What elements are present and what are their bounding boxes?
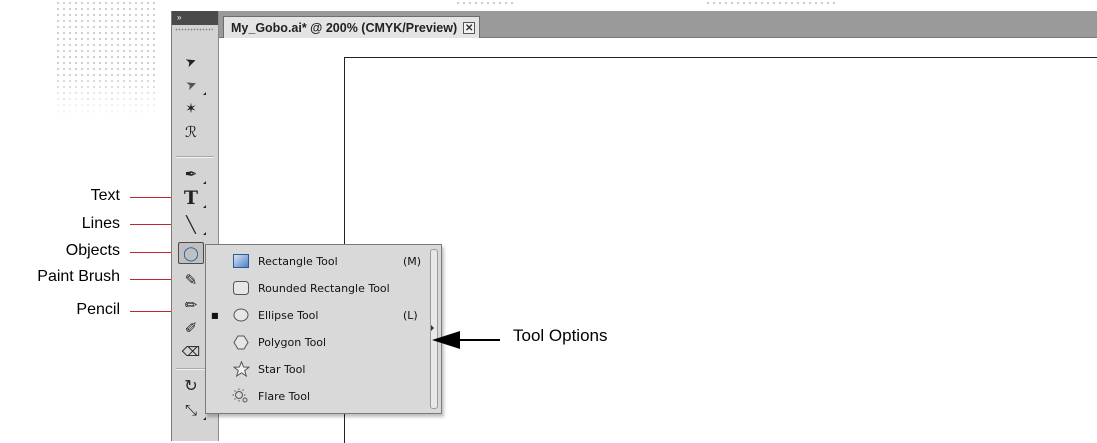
direct-selection-glyph: ➤ <box>183 75 199 94</box>
flyout-corner-indicator <box>203 417 206 420</box>
flyout-corner-indicator <box>203 232 206 235</box>
artboard[interactable] <box>344 57 1097 443</box>
flyout-item-label: Flare Tool <box>258 389 311 403</box>
ellipse-icon <box>232 307 250 323</box>
callout-line-objects <box>130 252 176 253</box>
ellipse-tool-icon[interactable]: ◯ <box>178 242 204 264</box>
decorative-dot-strip <box>705 0 835 6</box>
flyout-corner-indicator <box>203 181 206 184</box>
flyout-item-ellipse-tool[interactable]: ■ Ellipse Tool (L) <box>206 302 441 328</box>
line-segment-tool-icon[interactable]: ╲ <box>178 214 206 236</box>
flyout-item-label: Polygon Tool <box>258 335 327 349</box>
callout-pencil: Pencil <box>76 301 120 318</box>
flyout-item-rounded-rectangle-tool[interactable]: Rounded Rectangle Tool <box>206 275 441 301</box>
tool-options-arrow-line <box>458 339 500 341</box>
callout-line-text <box>130 197 176 198</box>
flyout-corner-indicator <box>203 92 206 95</box>
direct-selection-tool-icon[interactable]: ➤ <box>178 74 206 96</box>
line-glyph: ╲ <box>186 217 196 234</box>
flyout-corner-indicator <box>203 205 206 208</box>
flyout-item-flare-tool[interactable]: Flare Tool <box>206 383 441 409</box>
eraser-tool-icon[interactable]: ⌫ <box>178 341 204 363</box>
rectangle-icon <box>232 253 250 269</box>
selected-tool-mark: ■ <box>211 310 219 320</box>
document-tab[interactable]: My_Gobo.ai* @ 200% (CMYK/Preview) ✕ <box>223 16 481 38</box>
lasso-tool-icon[interactable]: ℛ <box>178 121 204 143</box>
flare-icon <box>232 388 250 404</box>
flyout-item-label: Rounded Rectangle Tool <box>258 281 390 295</box>
callout-text: Text <box>90 187 120 204</box>
rounded-rectangle-icon <box>232 280 250 296</box>
paintbrush-tool-icon[interactable]: ✎ <box>178 269 204 291</box>
star-icon <box>232 361 250 377</box>
pencil-tool-icon[interactable]: ✏ <box>178 294 204 316</box>
callout-line-pencil <box>130 311 176 312</box>
callout-paint-brush: Paint Brush <box>37 268 120 285</box>
close-icon[interactable]: ✕ <box>463 21 476 34</box>
type-tool-icon[interactable]: T <box>178 187 206 209</box>
flyout-item-rectangle-tool[interactable]: Rectangle Tool (M) <box>206 248 441 274</box>
callout-line-paint-brush <box>130 279 176 280</box>
scale-tool-icon[interactable]: ⤡ <box>178 399 206 421</box>
type-glyph: T <box>183 187 199 209</box>
flyout-item-label: Rectangle Tool <box>258 254 338 268</box>
pen-glyph: ✒ <box>184 166 198 183</box>
selection-tool-icon[interactable]: ➤ <box>175 47 207 77</box>
callout-line-lines <box>130 224 176 225</box>
decorative-dot-strip <box>455 0 515 6</box>
tools-panel-collapse-button[interactable]: » <box>172 11 218 25</box>
toolbar-divider <box>176 156 214 158</box>
tool-options-label: Tool Options <box>513 326 608 345</box>
flyout-item-polygon-tool[interactable]: Polygon Tool <box>206 329 441 355</box>
scale-glyph: ⤡ <box>184 401 197 419</box>
flyout-item-shortcut: (L) <box>403 308 418 322</box>
rotate-tool-icon[interactable]: ↻ <box>178 375 204 397</box>
shape-tools-flyout: Rectangle Tool (M) Rounded Rectangle Too… <box>205 244 442 414</box>
blob-brush-tool-icon[interactable]: ✐ <box>178 317 204 339</box>
flyout-item-label: Ellipse Tool <box>258 308 319 322</box>
magic-wand-tool-icon[interactable]: ✶ <box>178 97 204 119</box>
document-tab-title: My_Gobo.ai* @ 200% (CMYK/Preview) <box>231 20 458 35</box>
tool-options-arrow-icon <box>432 331 460 349</box>
tools-panel-grip[interactable] <box>175 28 213 31</box>
callout-lines: Lines <box>81 215 120 232</box>
pen-tool-icon[interactable]: ✒ <box>178 163 206 185</box>
decorative-dot-pattern <box>55 0 155 120</box>
flyout-item-shortcut: (M) <box>403 254 422 268</box>
document-tab-bar: My_Gobo.ai* @ 200% (CMYK/Preview) ✕ <box>218 11 1097 38</box>
flyout-item-label: Star Tool <box>258 362 306 376</box>
flyout-item-star-tool[interactable]: Star Tool <box>206 356 441 382</box>
callout-objects: Objects <box>65 242 120 259</box>
polygon-icon <box>232 334 250 350</box>
